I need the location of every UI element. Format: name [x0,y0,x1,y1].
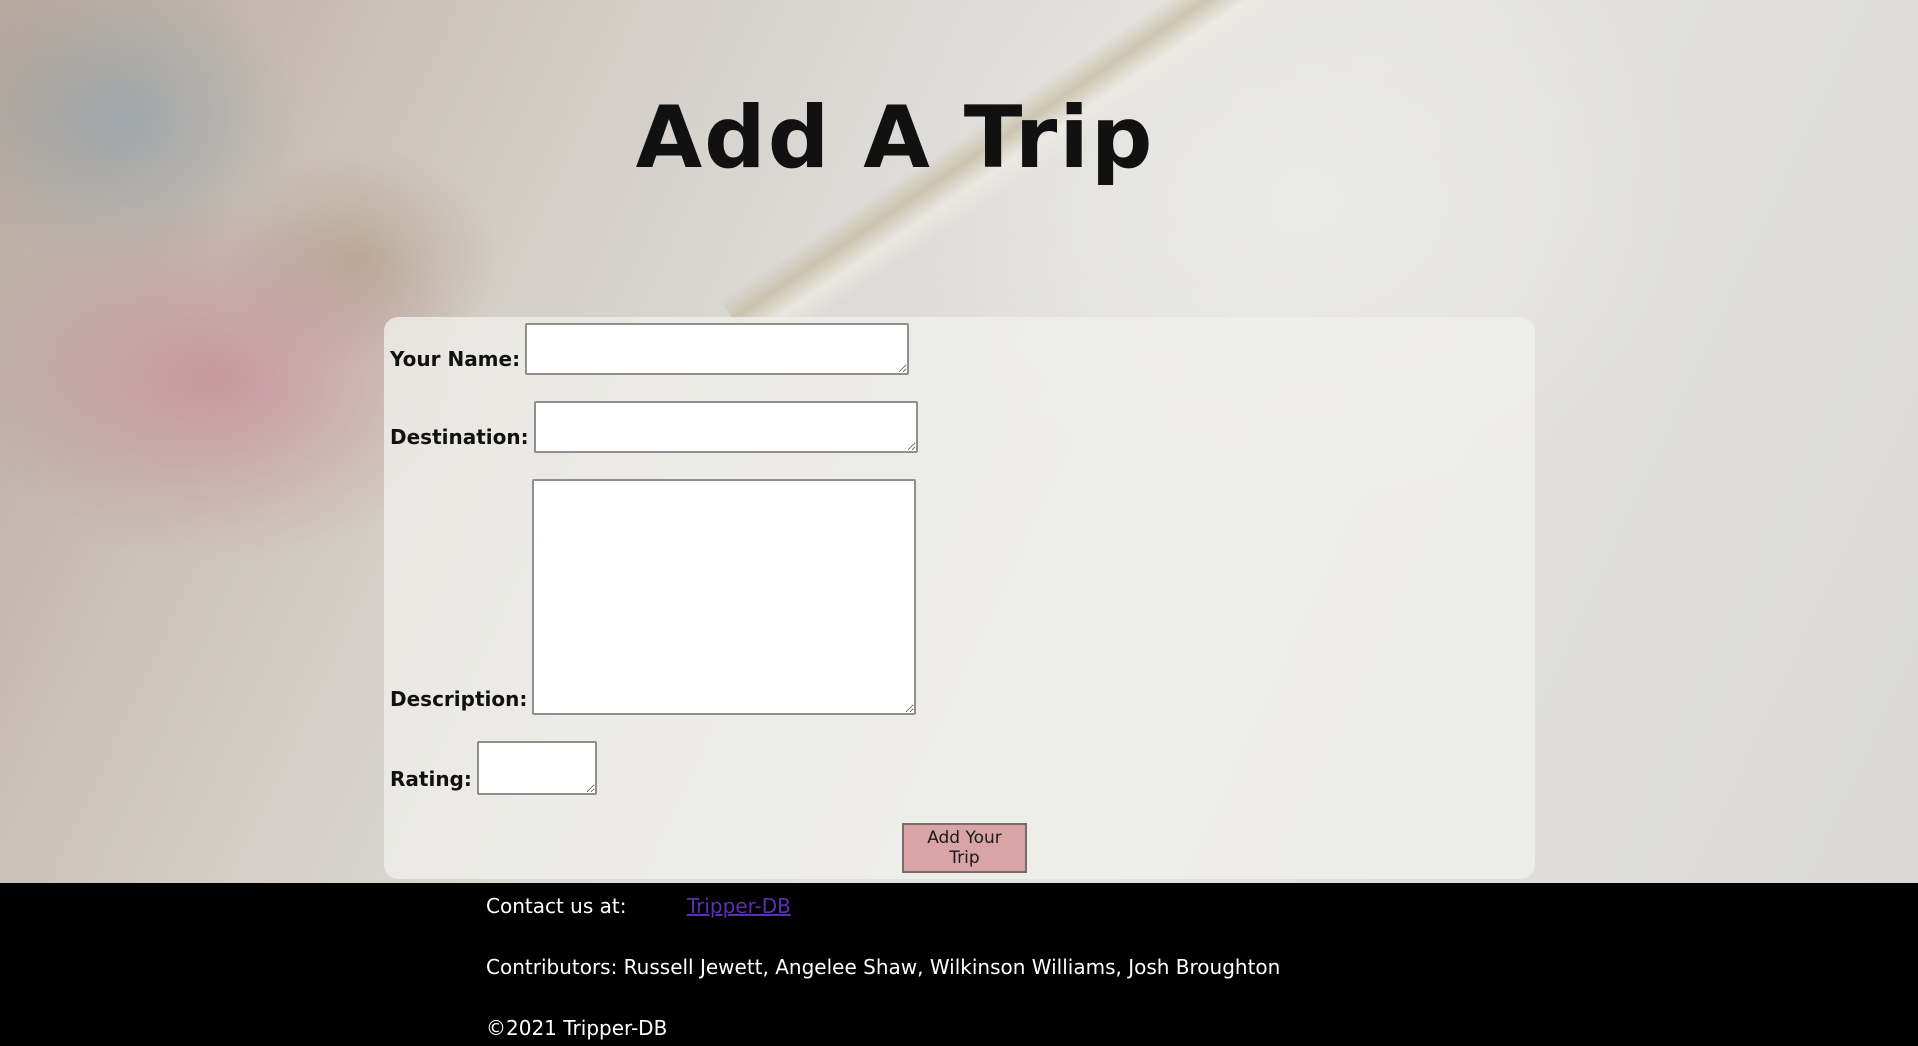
description-row: Description: [390,479,917,715]
footer: Contact us at: Tripper-DB Contributors: … [0,883,1918,1046]
name-label: Your Name: [390,347,521,371]
copyright-text: ©2021 Tripper-DB [486,1016,668,1040]
destination-label: Destination: [390,425,529,449]
destination-field[interactable] [533,401,918,453]
name-field[interactable] [525,323,910,375]
add-trip-form: Your Name: Destination: Description: Rat… [384,317,1535,879]
rating-field[interactable] [476,741,597,795]
contact-label: Contact us at: [486,894,627,918]
destination-row: Destination: [390,401,918,453]
rating-label: Rating: [390,767,472,791]
page-title: Add A Trip [635,88,1155,188]
description-label: Description: [390,687,528,711]
rating-row: Rating: [390,741,597,795]
contact-line: Contact us at: Tripper-DB [486,894,791,918]
contact-link[interactable]: Tripper-DB [687,894,791,918]
name-row: Your Name: [390,323,910,375]
contributors-text: Contributors: Russell Jewett, Angelee Sh… [486,955,1281,979]
add-trip-button[interactable]: Add Your Trip [902,823,1027,873]
description-field[interactable] [532,479,917,715]
